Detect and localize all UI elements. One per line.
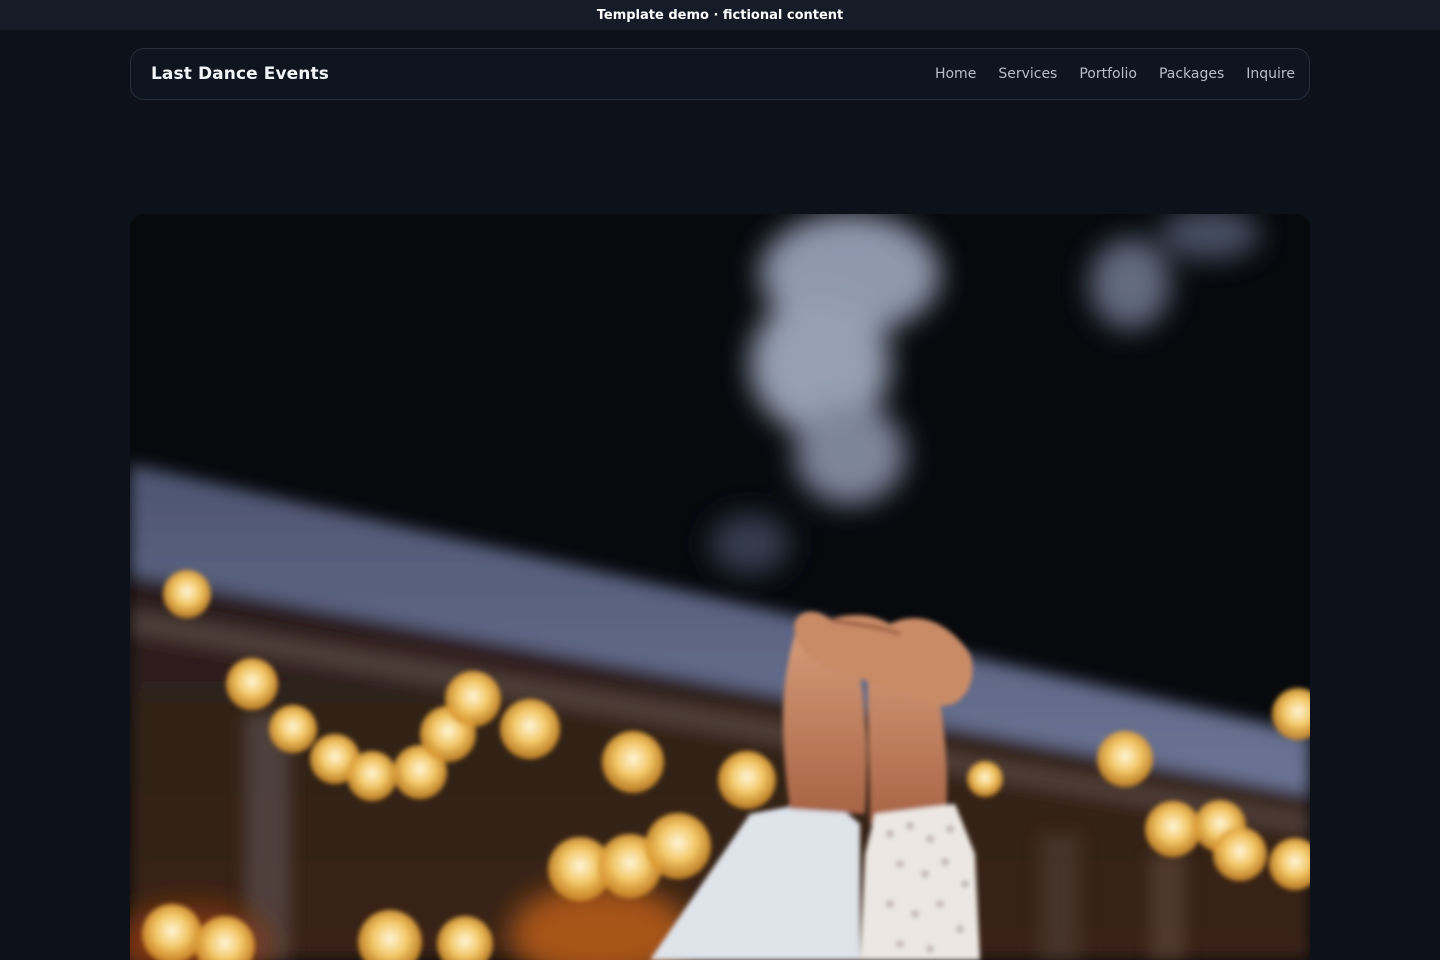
nav-link-services[interactable]: Services — [998, 66, 1057, 82]
demo-banner-text: Template demo · fictional content — [596, 7, 844, 23]
site-navbar: Last Dance Events Home Services Portfoli… — [130, 48, 1310, 100]
nav-link-portfolio[interactable]: Portfolio — [1079, 66, 1137, 82]
nav-link-home[interactable]: Home — [935, 66, 976, 82]
nav-link-packages[interactable]: Packages — [1159, 66, 1224, 82]
hero-image — [130, 214, 1310, 960]
nav-links: Home Services Portfolio Packages Inquire — [913, 66, 1295, 82]
hero-photo-illustration — [130, 214, 1310, 960]
nav-link-inquire[interactable]: Inquire — [1246, 66, 1295, 82]
brand-logo-text[interactable]: Last Dance Events — [151, 64, 329, 84]
demo-banner: Template demo · fictional content — [0, 0, 1440, 30]
